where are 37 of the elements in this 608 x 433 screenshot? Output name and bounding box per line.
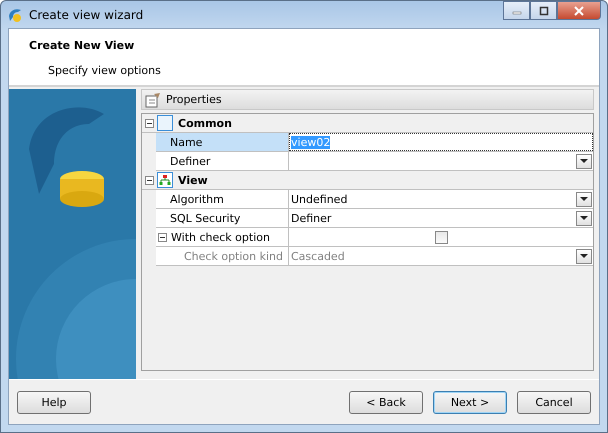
checkbox[interactable] — [435, 230, 448, 244]
wizard-button[interactable]: Next > — [433, 390, 507, 414]
group-label: Common — [178, 116, 232, 130]
wizard-button[interactable]: < Back — [349, 390, 423, 414]
property-name[interactable]: Definer — [156, 152, 289, 170]
property-name[interactable]: With check option — [156, 228, 289, 246]
close-icon — [574, 6, 584, 16]
group-label: View — [178, 174, 208, 186]
wizard-button[interactable]: Cancel — [517, 390, 591, 414]
header-title: Create New View — [29, 38, 136, 52]
property-value[interactable]: Undefined — [291, 192, 348, 206]
collapse-toggle-icon[interactable] — [145, 118, 154, 128]
caret-icon — [580, 254, 588, 258]
dropdown-button[interactable] — [576, 248, 592, 264]
caret-icon — [580, 158, 588, 164]
collapse-toggle-icon[interactable] — [158, 232, 167, 242]
properties-icon — [145, 92, 161, 108]
maximize-button[interactable] — [530, 1, 557, 20]
dropdown-button[interactable] — [576, 192, 592, 206]
property-name[interactable]: Name — [156, 133, 289, 151]
header-subtitle: Specify view options — [48, 64, 162, 77]
maximize-icon — [538, 6, 548, 16]
caret-icon — [580, 216, 588, 220]
window-title: Create view wizard — [29, 8, 144, 22]
help-button[interactable]: Help — [17, 390, 91, 414]
property-name[interactable]: SQL Security — [156, 209, 289, 227]
property-value[interactable]: Definer — [291, 212, 332, 224]
collapse-toggle-icon[interactable] — [145, 176, 154, 184]
caret-icon — [580, 196, 588, 202]
app-logo-icon — [7, 6, 23, 22]
close-button[interactable] — [557, 1, 601, 20]
dropdown-button[interactable] — [576, 210, 592, 226]
hierarchy-icon — [157, 172, 173, 188]
dropdown-button[interactable] — [576, 154, 592, 168]
minimize-button[interactable] — [503, 1, 530, 20]
properties-title: Properties — [166, 93, 222, 106]
property-name[interactable]: Algorithm — [156, 190, 289, 208]
